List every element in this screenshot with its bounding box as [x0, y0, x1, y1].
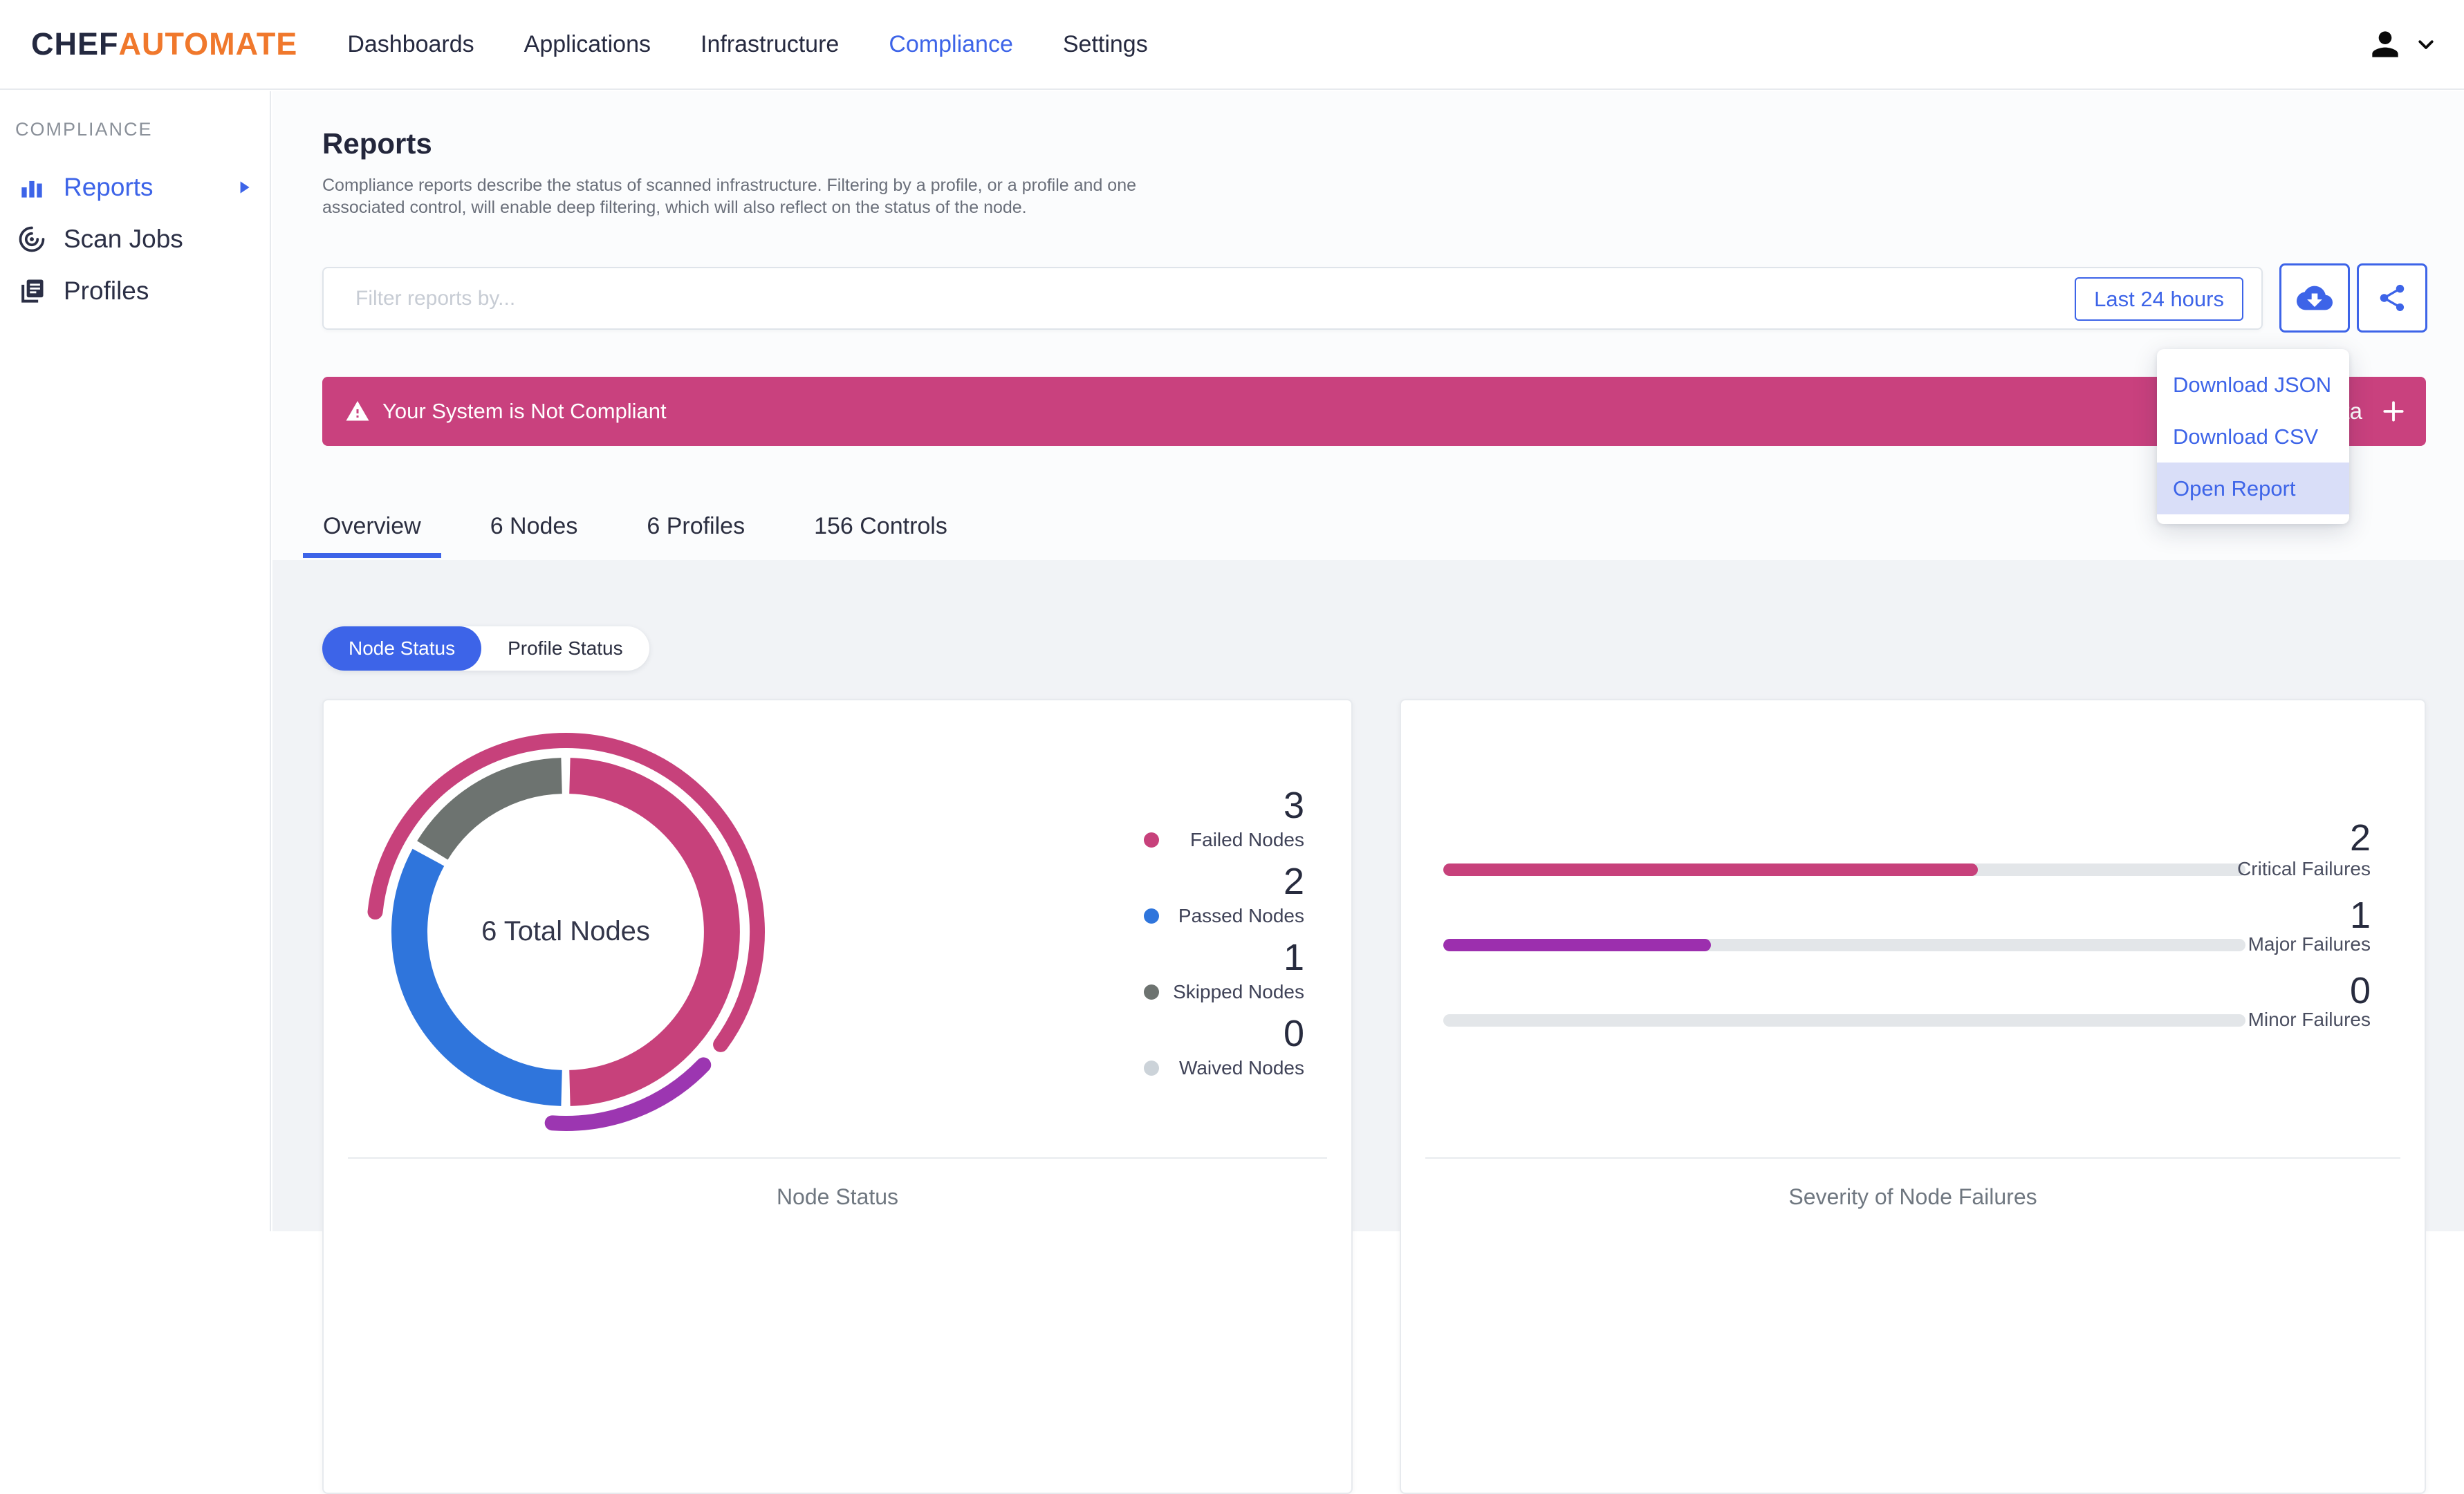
legend-item-passed: 2 Passed Nodes: [1144, 863, 1304, 928]
non-compliant-banner: Your System is Not Compliant ta: [322, 377, 2426, 446]
page-description: Compliance reports describe the status o…: [322, 174, 1187, 218]
severity-caption: Severity of Node Failures: [1401, 1184, 2425, 1210]
sidebar-item-label: Reports: [64, 173, 154, 202]
time-range-button[interactable]: Last 24 hours: [2075, 277, 2243, 321]
legend-item-skipped: 1 Skipped Nodes: [1144, 939, 1304, 1004]
failed-nodes-count: 3: [1144, 787, 1304, 824]
download-dropdown-menu: Download JSON Download CSV Open Report: [2157, 349, 2349, 524]
chevron-right-icon: [235, 178, 253, 196]
user-menu[interactable]: [2366, 25, 2436, 64]
nav-dashboards[interactable]: Dashboards: [347, 31, 474, 58]
filter-reports-input[interactable]: [324, 268, 2053, 328]
waived-nodes-count: 0: [1144, 1015, 1304, 1052]
tab-overview[interactable]: Overview: [303, 510, 441, 558]
node-status-caption: Node Status: [324, 1184, 1351, 1210]
logo-chef: CHEF: [31, 26, 119, 62]
page-title: Reports: [322, 127, 432, 160]
logo-automate: AUTOMATE: [119, 26, 298, 62]
tab-controls[interactable]: 156 Controls: [794, 510, 967, 558]
top-navigation-bar: CHEFAUTOMATE Dashboards Applications Inf…: [0, 0, 2464, 90]
major-failures-label: Major Failures: [2142, 933, 2371, 955]
failed-dot-icon: [1144, 832, 1159, 848]
warning-icon: [345, 399, 370, 424]
donut-center-label: 6 Total Nodes: [462, 916, 669, 947]
scan-radar-icon: [17, 224, 47, 254]
legend-item-waived: 0 Waived Nodes: [1144, 1015, 1304, 1080]
minor-failures-bar: [1443, 1014, 2245, 1027]
donut-segment-passed-nodes: [409, 857, 562, 1088]
compliance-sidebar: COMPLIANCE Reports Scan Jobs: [0, 91, 271, 1231]
passed-dot-icon: [1144, 908, 1159, 924]
toggle-profile-status[interactable]: Profile Status: [481, 626, 649, 671]
legend-item-failed: 3 Failed Nodes: [1144, 787, 1304, 852]
status-toggle: Node Status Profile Status: [322, 626, 649, 671]
cloud-download-icon: [2297, 280, 2333, 316]
nav-settings[interactable]: Settings: [1063, 31, 1148, 58]
chef-automate-logo[interactable]: CHEFAUTOMATE: [31, 26, 297, 62]
critical-failures-bar: [1443, 863, 2245, 876]
sidebar-item-scan-jobs[interactable]: Scan Jobs: [0, 213, 270, 265]
node-status-card: 6 Total Nodes 3 Failed Nodes 2 Passed No…: [322, 699, 1353, 1494]
overview-panel: Node Status Profile Status 6 Total Nodes…: [272, 560, 2464, 1231]
share-report-button[interactable]: [2357, 263, 2427, 333]
primary-nav: Dashboards Applications Infrastructure C…: [347, 31, 1147, 58]
legend-label: Skipped Nodes: [1159, 981, 1304, 1003]
share-icon: [2376, 282, 2408, 314]
minor-failures-count: 0: [2142, 972, 2371, 1009]
report-tabs: Overview 6 Nodes 6 Profiles 156 Controls: [303, 510, 997, 558]
download-report-button[interactable]: [2279, 263, 2350, 333]
bar-fill: [1443, 939, 1711, 951]
nav-applications[interactable]: Applications: [524, 31, 651, 58]
main-content: Reports Compliance reports describe the …: [272, 91, 2464, 1231]
legend-label: Passed Nodes: [1159, 905, 1304, 927]
nav-compliance[interactable]: Compliance: [889, 31, 1013, 58]
minor-failures-label: Minor Failures: [2142, 1009, 2371, 1031]
sidebar-item-label: Scan Jobs: [64, 225, 183, 254]
sidebar-item-label: Profiles: [64, 277, 149, 306]
chevron-down-icon[interactable]: [2416, 34, 2436, 55]
node-status-legend: 3 Failed Nodes 2 Passed Nodes 1 Skipped …: [1144, 787, 1304, 1091]
critical-failures-label: Critical Failures: [2142, 858, 2371, 880]
major-failures-bar: [1443, 939, 2245, 951]
passed-nodes-count: 2: [1144, 863, 1304, 900]
plus-icon[interactable]: [2380, 398, 2407, 424]
skipped-nodes-count: 1: [1144, 939, 1304, 976]
toggle-node-status[interactable]: Node Status: [322, 626, 481, 671]
major-failures-count: 1: [2142, 897, 2371, 934]
bar-fill: [1443, 863, 1978, 876]
menu-item-download-json[interactable]: Download JSON: [2157, 359, 2349, 411]
skipped-dot-icon: [1144, 984, 1159, 1000]
legend-label: Waived Nodes: [1159, 1057, 1304, 1079]
documents-icon: [17, 276, 47, 306]
tab-profiles[interactable]: 6 Profiles: [627, 510, 765, 558]
waived-dot-icon: [1144, 1061, 1159, 1076]
sidebar-section-label: COMPLIANCE: [15, 119, 270, 140]
menu-item-download-csv[interactable]: Download CSV: [2157, 411, 2349, 463]
bar-chart-icon: [17, 172, 47, 203]
severity-card: 2 Critical Failures 1 Major Failures 0 M…: [1400, 699, 2426, 1494]
legend-label: Failed Nodes: [1159, 829, 1304, 851]
sidebar-item-profiles[interactable]: Profiles: [0, 265, 270, 317]
card-divider: [1425, 1157, 2400, 1159]
banner-message: Your System is Not Compliant: [382, 399, 667, 424]
user-profile-icon[interactable]: [2366, 25, 2405, 64]
filter-bar: Last 24 hours: [322, 267, 2263, 330]
critical-failures-count: 2: [2142, 819, 2371, 857]
menu-item-open-report[interactable]: Open Report: [2157, 463, 2349, 514]
card-divider: [348, 1157, 1327, 1159]
tab-nodes[interactable]: 6 Nodes: [470, 510, 598, 558]
sidebar-item-reports[interactable]: Reports: [0, 161, 270, 213]
nav-infrastructure[interactable]: Infrastructure: [701, 31, 839, 58]
